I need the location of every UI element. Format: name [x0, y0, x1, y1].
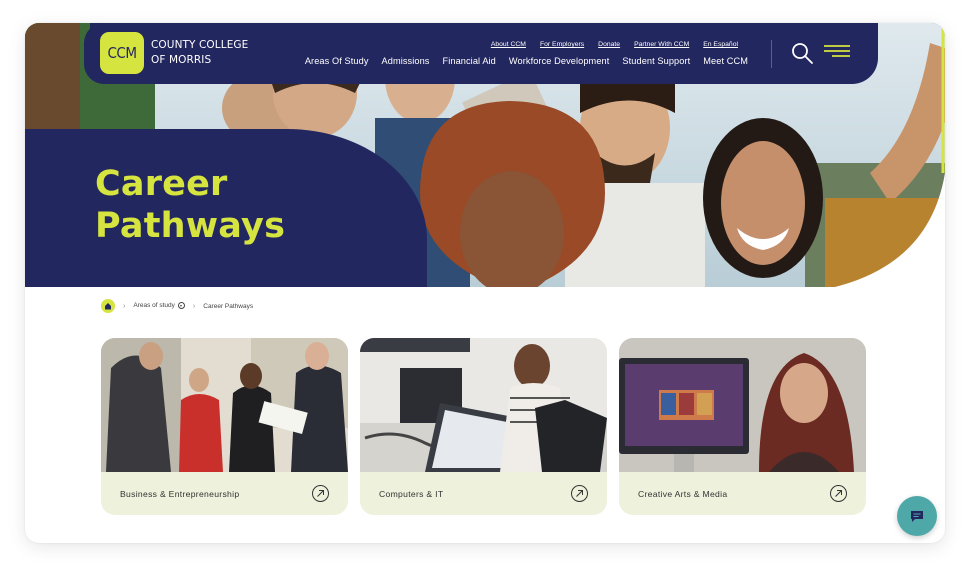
- card-footer: Creative Arts & Media: [619, 472, 866, 515]
- util-link-donate[interactable]: Donate: [598, 41, 620, 48]
- breadcrumb-item-current: Career Pathways: [203, 302, 254, 310]
- utility-nav: About CCM For Employers Donate Partner W…: [491, 41, 738, 48]
- nav-meet-ccm[interactable]: Meet CCM: [703, 56, 748, 66]
- page-title: Career Pathways: [95, 163, 285, 247]
- card-image-computers: [360, 338, 607, 472]
- header-divider: [771, 40, 772, 68]
- util-link-about[interactable]: About CCM: [491, 41, 526, 48]
- main-nav: Areas Of Study Admissions Financial Aid …: [305, 56, 748, 66]
- arrow-up-right-icon[interactable]: [312, 485, 329, 502]
- site-header: CCM COUNTY COLLEGE OF MORRIS About CCM F…: [84, 23, 878, 84]
- site-logo[interactable]: CCM COUNTY COLLEGE OF MORRIS: [100, 32, 248, 74]
- nav-areas-of-study[interactable]: Areas Of Study: [305, 56, 369, 66]
- chevron-down-icon: [177, 302, 185, 310]
- breadcrumb-item-areas[interactable]: Areas of study: [133, 302, 185, 310]
- nav-admissions[interactable]: Admissions: [382, 56, 430, 66]
- chat-icon: [911, 510, 923, 522]
- arrow-up-right-icon[interactable]: [571, 485, 588, 502]
- search-icon: [792, 43, 813, 64]
- hamburger-menu-icon: [824, 45, 850, 57]
- page-frame: Career Pathways CCM COUNTY COLLEGE OF MO…: [25, 23, 945, 543]
- breadcrumb-item-areas-label: Areas of study: [133, 302, 175, 310]
- search-button[interactable]: [790, 41, 814, 65]
- home-icon: [105, 303, 111, 310]
- card-business[interactable]: Business & Entrepreneurship: [101, 338, 348, 515]
- logo-wordmark: COUNTY COLLEGE OF MORRIS: [151, 38, 248, 68]
- card-label: Creative Arts & Media: [638, 488, 728, 499]
- logo-line1: COUNTY COLLEGE: [151, 39, 249, 51]
- card-footer: Business & Entrepreneurship: [101, 472, 348, 515]
- page-title-line1: Career: [95, 164, 228, 204]
- util-link-espanol[interactable]: En Español: [703, 41, 738, 48]
- nav-student-support[interactable]: Student Support: [622, 56, 690, 66]
- pathway-cards: Business & Entrepreneurship Computers & …: [101, 338, 866, 515]
- arrow-up-right-icon[interactable]: [830, 485, 847, 502]
- page-title-line2: Pathways: [95, 206, 286, 246]
- util-link-partner[interactable]: Partner With CCM: [634, 41, 689, 48]
- logo-mark: CCM: [100, 32, 144, 74]
- menu-button[interactable]: [823, 43, 851, 61]
- breadcrumb-home[interactable]: [101, 299, 115, 313]
- util-link-employers[interactable]: For Employers: [540, 41, 584, 48]
- breadcrumb: › Areas of study › Career Pathways: [101, 299, 253, 313]
- nav-workforce-development[interactable]: Workforce Development: [509, 56, 609, 66]
- card-image-creative: [619, 338, 866, 472]
- card-label: Business & Entrepreneurship: [120, 488, 240, 499]
- card-image-business: [101, 338, 348, 472]
- card-label: Computers & IT: [379, 488, 444, 499]
- card-footer: Computers & IT: [360, 472, 607, 515]
- chat-button[interactable]: [897, 496, 937, 536]
- card-creative[interactable]: Creative Arts & Media: [619, 338, 866, 515]
- breadcrumb-separator: ›: [192, 302, 196, 310]
- card-computers[interactable]: Computers & IT: [360, 338, 607, 515]
- logo-line2: OF MORRIS: [151, 54, 212, 66]
- breadcrumb-separator: ›: [123, 302, 126, 310]
- nav-financial-aid[interactable]: Financial Aid: [443, 56, 496, 66]
